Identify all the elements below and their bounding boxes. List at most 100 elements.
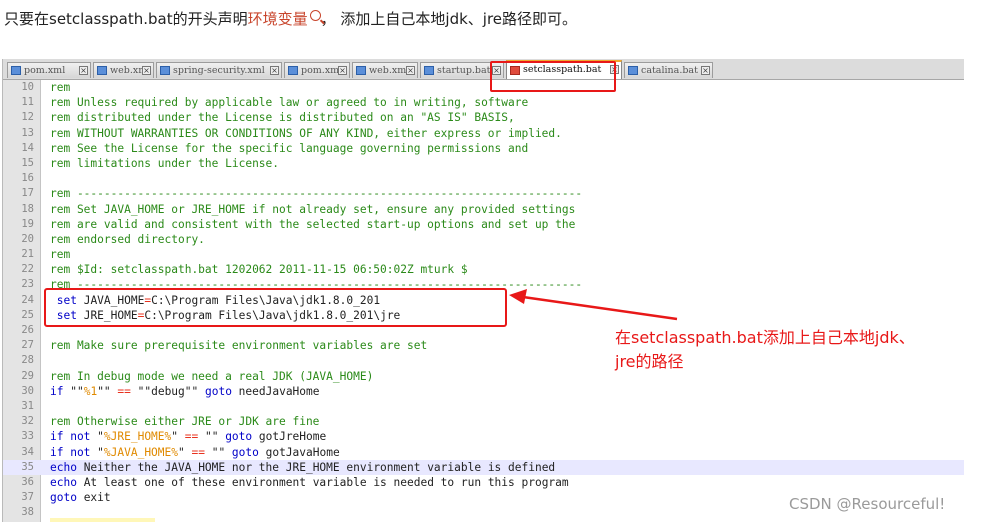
- line-number: 27: [21, 339, 34, 352]
- code-line[interactable]: 33 if not "%JRE_HOME%" == "" goto gotJreH…: [3, 429, 964, 444]
- line-number: 38: [21, 506, 34, 519]
- intro-paragraph: 只要在setclasspath.bat的开头声明环境变量 ， 添加上自己本地jdk…: [4, 8, 577, 29]
- line-number: 37: [21, 491, 34, 504]
- line-code: if ""%1"" == ""debug"" goto needJavaHome: [50, 384, 320, 399]
- close-icon[interactable]: ×: [701, 66, 710, 75]
- tab-web-xml[interactable]: web.xml ×: [93, 62, 154, 78]
- code-token: if not: [50, 445, 91, 459]
- line-code: echo At least one of these environment v…: [50, 475, 569, 490]
- line-number: 18: [21, 202, 34, 215]
- search-icon: [309, 10, 321, 21]
- line-code: rem $Id: setclasspath.bat 1202062 2011-1…: [50, 262, 468, 277]
- line-code: rem Unless required by applicable law or…: [50, 95, 528, 110]
- editor-tab-bar: pom.xml × web.xml × spring-security.xml × pom.…: [3, 59, 964, 80]
- code-token: rem WITHOUT WARRANTIES OR CONDITIONS OF …: [50, 126, 562, 140]
- code-token: ==: [184, 430, 199, 444]
- code-token: if not: [50, 430, 91, 444]
- close-icon[interactable]: ×: [338, 66, 347, 75]
- code-token: rem limitations under the License.: [50, 156, 280, 170]
- code-line[interactable]: 34 if not "%JAVA_HOME%" == "" goto gotJav…: [3, 445, 964, 460]
- annotation-line-1: 在setclasspath.bat添加上自己本地jdk、: [615, 328, 915, 347]
- code-line[interactable]: 13 rem WITHOUT WARRANTIES OR CONDITIONS O…: [3, 126, 964, 141]
- code-token: goto: [204, 384, 232, 398]
- close-icon[interactable]: ×: [142, 66, 151, 75]
- code-line[interactable]: 17 rem ----------------------------------…: [3, 186, 964, 201]
- code-token: Neither the JAVA_HOME nor the JRE_HOME e…: [76, 460, 556, 474]
- code-token: rem $Id: setclasspath.bat 1202062 2011-1…: [50, 263, 468, 277]
- line-number: 20: [21, 232, 34, 245]
- code-token: gotJavaHome: [258, 445, 340, 459]
- code-token: rem Unless required by applicable law or…: [50, 96, 529, 110]
- code-token: ": [90, 445, 104, 459]
- tab-label: startup.bat: [437, 65, 491, 76]
- set-lines-highlight-box: [44, 288, 507, 327]
- line-number: 34: [21, 445, 34, 458]
- code-token: ": [178, 445, 192, 459]
- code-token: rem In debug mode we need a real JDK (JA…: [50, 369, 374, 383]
- tab-pom-xml[interactable]: pom.xml ×: [7, 62, 91, 78]
- code-line[interactable]: 35 echo Neither the JAVA_HOME nor the JRE…: [3, 459, 964, 475]
- tab-catalina-bat[interactable]: catalina.bat ×: [624, 62, 713, 78]
- code-token: "": [63, 384, 84, 398]
- code-line[interactable]: 19 rem are valid and consistent with the …: [3, 217, 964, 232]
- code-token: rem ------------------------------------…: [50, 187, 583, 201]
- line-number: 23: [21, 278, 34, 291]
- code-line[interactable]: 14 rem See the License for the specific l…: [3, 141, 964, 156]
- intro-keyword-link[interactable]: 环境变量: [248, 10, 308, 28]
- saved-file-icon: [424, 66, 434, 75]
- code-token: rem distributed under the License is dis…: [50, 111, 515, 125]
- code-token: "": [204, 445, 232, 459]
- code-token: rem Make sure prerequisite environment v…: [50, 339, 428, 353]
- close-icon[interactable]: ×: [79, 66, 88, 75]
- line-number: 10: [21, 81, 34, 93]
- line-number: 19: [21, 217, 34, 230]
- code-token: ""debug"": [130, 384, 205, 398]
- code-line[interactable]: 11 rem Unless required by applicable law …: [3, 95, 964, 110]
- code-line[interactable]: 15 rem limitations under the License.: [3, 156, 964, 171]
- tab-spring-security-xml[interactable]: spring-security.xml ×: [156, 62, 282, 78]
- code-line[interactable]: 21 rem: [3, 247, 964, 262]
- code-token: ==: [191, 445, 205, 459]
- code-line[interactable]: 22 rem $Id: setclasspath.bat 1202062 2011…: [3, 262, 964, 277]
- intro-text-after: ， 添加上自己本地jdk、jre路径即可。: [320, 10, 578, 28]
- code-token: ": [171, 430, 185, 444]
- line-code: rem See the License for the specific lan…: [50, 141, 528, 156]
- tab-label: pom.xml: [24, 65, 66, 76]
- line-number: 24: [21, 293, 34, 306]
- bottom-highlight-strip: [50, 518, 155, 522]
- line-number: 36: [21, 475, 34, 488]
- line-number: 25: [21, 308, 34, 321]
- code-line[interactable]: 18 rem Set JAVA_HOME or JRE_HOME if not a…: [3, 202, 964, 217]
- code-line[interactable]: 32 rem Otherwise either JRE or JDK are fi…: [3, 414, 964, 429]
- close-icon[interactable]: ×: [406, 66, 415, 75]
- code-line[interactable]: 12 rem distributed under the License is d…: [3, 110, 964, 125]
- annotation-text: 在setclasspath.bat添加上自己本地jdk、 jre的路径: [615, 326, 915, 374]
- line-code: rem In debug mode we need a real JDK (JA…: [50, 369, 373, 384]
- code-token: echo: [50, 460, 77, 474]
- line-number: 21: [21, 248, 34, 261]
- code-line[interactable]: 10 rem: [3, 80, 964, 95]
- code-line[interactable]: 30 if ""%1"" == ""debug"" goto needJavaHo…: [3, 384, 964, 399]
- code-token: exit: [76, 491, 111, 505]
- code-token: gotJreHome: [252, 430, 327, 444]
- tab-pom-xml[interactable]: pom.xml ×: [284, 62, 350, 78]
- csdn-watermark: CSDN @Resourceful!: [789, 495, 946, 513]
- line-number: 28: [21, 354, 34, 367]
- code-token: %JRE_HOME%: [103, 430, 172, 444]
- code-line[interactable]: 20 rem endorsed directory.: [3, 232, 964, 247]
- code-line[interactable]: 31: [3, 399, 964, 414]
- code-line[interactable]: 16: [3, 171, 964, 186]
- code-token: rem See the License for the specific lan…: [50, 141, 529, 155]
- close-icon[interactable]: ×: [270, 66, 279, 75]
- line-code: if not "%JAVA_HOME%" == "" goto gotJavaH…: [50, 445, 340, 460]
- line-code: rem Make sure prerequisite environment v…: [50, 338, 427, 353]
- line-number: 17: [21, 187, 34, 200]
- code-line[interactable]: 36 echo At least one of these environment…: [3, 475, 964, 490]
- saved-file-icon: [160, 66, 170, 75]
- line-number: 30: [21, 384, 34, 397]
- line-code: goto exit: [50, 490, 111, 505]
- line-code: rem endorsed directory.: [50, 232, 205, 247]
- tab-label: spring-security.xml: [173, 65, 265, 76]
- line-code: rem WITHOUT WARRANTIES OR CONDITIONS OF …: [50, 126, 562, 141]
- tab-web-xml[interactable]: web.xml ×: [352, 62, 418, 78]
